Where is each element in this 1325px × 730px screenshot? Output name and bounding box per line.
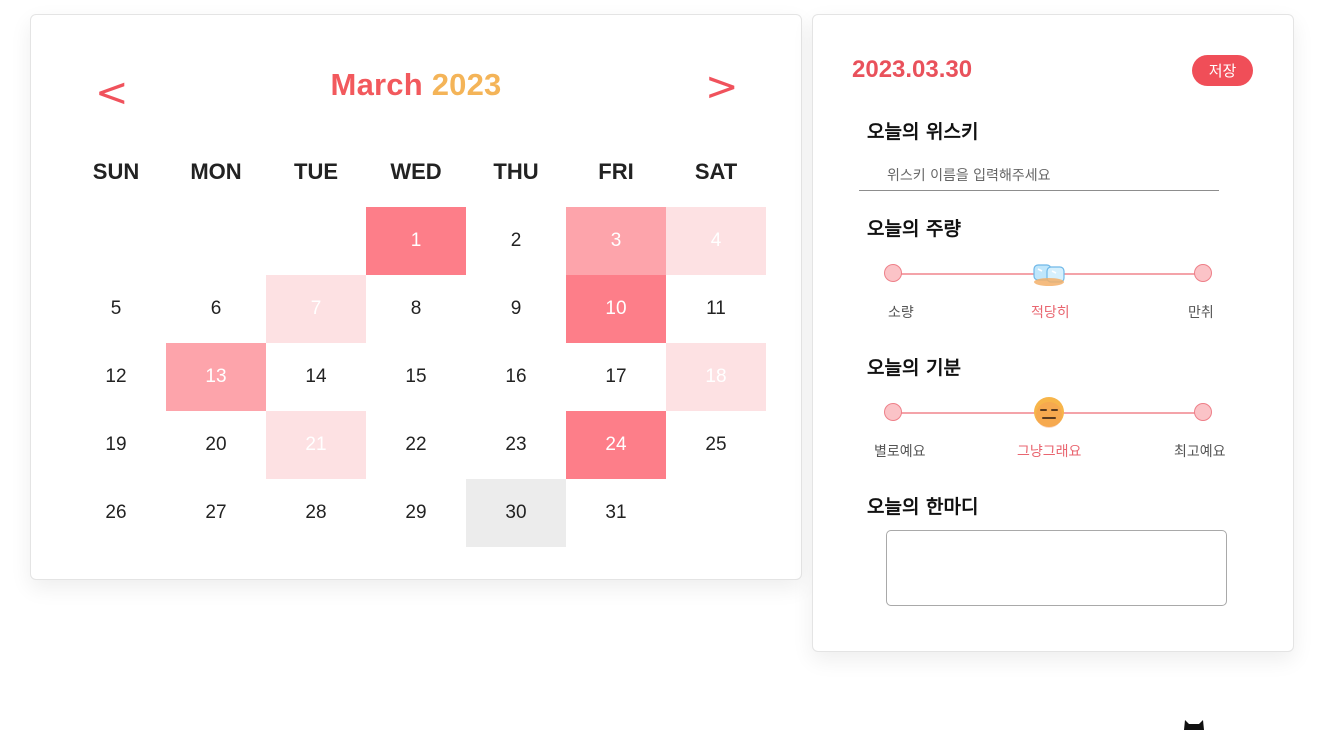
comment-label: 오늘의 한마디 — [867, 496, 979, 518]
day-cell-23[interactable]: 23 — [466, 411, 566, 479]
day-cell-30[interactable]: 30 — [466, 479, 566, 547]
calendar-card: < March 2023 > SUN MON TUE WED THU FRI S… — [30, 14, 802, 580]
weekday-sat: SAT — [694, 159, 738, 184]
day-cell-18[interactable]: 18 — [666, 343, 766, 411]
day-cell-14[interactable]: 14 — [266, 343, 366, 411]
mood-option-dot-low[interactable] — [884, 403, 902, 421]
weekday-sun: SUN — [92, 159, 140, 184]
month-title: March 2023 — [31, 67, 801, 103]
day-cell-15[interactable]: 15 — [366, 343, 466, 411]
day-cell-10[interactable]: 10 — [566, 275, 666, 343]
amount-option-high[interactable]: 만취 — [1188, 302, 1214, 322]
mood-option-dot-high[interactable] — [1194, 403, 1212, 421]
day-cell-26[interactable]: 26 — [66, 479, 166, 547]
day-grid: 1 2 3 4 5 6 7 8 9 10 11 12 13 14 15 16 17 18 19 20 21 22 23 24 2… — [66, 207, 766, 547]
next-month-button[interactable]: > — [705, 67, 739, 107]
selected-date: 2023.03.30 — [852, 56, 973, 83]
day-cell-6[interactable]: 6 — [166, 275, 266, 343]
mood-option-mid[interactable]: 그냥그래요 — [1017, 441, 1081, 461]
day-cell-24[interactable]: 24 — [566, 411, 666, 479]
day-cell-25[interactable]: 25 — [666, 411, 766, 479]
save-button[interactable]: 저장 — [1192, 55, 1253, 86]
day-cell-11[interactable]: 11 — [666, 275, 766, 343]
day-cell-5[interactable]: 5 — [66, 275, 166, 343]
mood-slider[interactable] — [884, 397, 1212, 428]
diary-panel: 2023.03.30 저장 오늘의 위스키 오늘의 주량 소량 적당히 만취 오… — [812, 14, 1294, 652]
cat-silhouette-icon — [1184, 720, 1204, 730]
amount-slider[interactable] — [884, 264, 1212, 286]
day-cell-7[interactable]: 7 — [266, 275, 366, 343]
weekday-tue: TUE — [294, 159, 338, 184]
mood-option-low[interactable]: 별로예요 — [874, 441, 926, 461]
day-cell-13[interactable]: 13 — [166, 343, 266, 411]
whisky-name-input[interactable] — [859, 161, 1219, 191]
day-cell-21[interactable]: 21 — [266, 411, 366, 479]
day-cell-31[interactable]: 31 — [566, 479, 666, 547]
year-label: 2023 — [431, 67, 502, 102]
whisky-label: 오늘의 위스키 — [867, 121, 979, 143]
month-label: March — [330, 67, 423, 102]
amount-label: 오늘의 주량 — [867, 218, 962, 240]
amount-option-dot-high[interactable] — [1194, 264, 1212, 282]
amount-option-dot-low[interactable] — [884, 264, 902, 282]
day-cell-3[interactable]: 3 — [566, 207, 666, 275]
weekday-mon: MON — [190, 159, 242, 184]
weekday-header: SUN MON TUE WED THU FRI SAT — [66, 159, 766, 185]
day-cell-17[interactable]: 17 — [566, 343, 666, 411]
day-cell-29[interactable]: 29 — [366, 479, 466, 547]
neutral-face-icon[interactable] — [1032, 395, 1066, 429]
mood-option-high[interactable]: 최고예요 — [1174, 441, 1226, 461]
weekday-thu: THU — [493, 159, 539, 184]
mood-label: 오늘의 기분 — [867, 357, 962, 379]
day-cell-27[interactable]: 27 — [166, 479, 266, 547]
amount-option-low[interactable]: 소량 — [888, 302, 914, 322]
day-cell-4[interactable]: 4 — [666, 207, 766, 275]
day-cell-12[interactable]: 12 — [66, 343, 166, 411]
day-cell-9[interactable]: 9 — [466, 275, 566, 343]
day-cell-2[interactable]: 2 — [466, 207, 566, 275]
day-cell-19[interactable]: 19 — [66, 411, 166, 479]
day-cell-8[interactable]: 8 — [366, 275, 466, 343]
day-cell-28[interactable]: 28 — [266, 479, 366, 547]
amount-option-mid[interactable]: 적당히 — [1031, 302, 1070, 322]
day-cell-1[interactable]: 1 — [366, 207, 466, 275]
day-cell-20[interactable]: 20 — [166, 411, 266, 479]
weekday-fri: FRI — [598, 159, 634, 184]
day-cell-16[interactable]: 16 — [466, 343, 566, 411]
day-cell-22[interactable]: 22 — [366, 411, 466, 479]
ice-cubes-icon[interactable] — [1032, 256, 1066, 290]
comment-textarea[interactable] — [886, 530, 1227, 606]
weekday-wed: WED — [390, 159, 442, 184]
